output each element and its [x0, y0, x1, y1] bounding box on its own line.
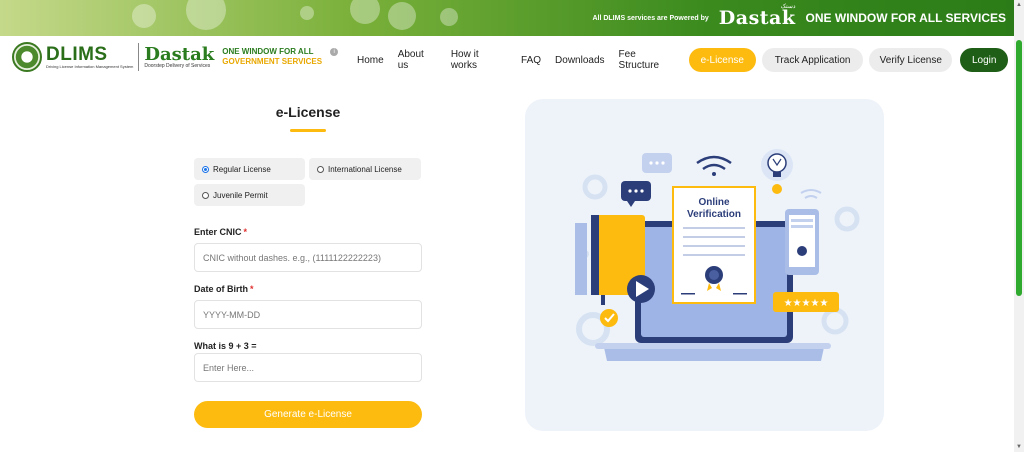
- captcha-label: What is 9 + 3 =: [194, 341, 257, 351]
- dastak-header-subtitle: Doorstep Delivery of Services: [144, 62, 211, 69]
- radio-label: Juvenile Permit: [213, 190, 268, 200]
- one-window-tagline: ONE WINDOW FOR ALL GOVERNMENT SERVICES: [222, 47, 322, 67]
- dlims-subtitle: Driving License Information Management S…: [46, 64, 134, 69]
- nav-faq[interactable]: FAQ: [521, 55, 541, 66]
- login-button[interactable]: Login: [960, 48, 1009, 72]
- tagline-line-1: ONE WINDOW FOR ALL: [222, 47, 314, 56]
- site-header: DLIMS Driving License Information Manage…: [0, 36, 1014, 86]
- dastak-logo-text: Dastak: [718, 7, 796, 29]
- radio-button-checked[interactable]: [202, 165, 209, 173]
- required-asterisk: *: [243, 227, 248, 237]
- dob-label: Date of Birth *: [194, 284, 254, 294]
- radio-button[interactable]: [317, 165, 324, 173]
- scroll-up-arrow-icon[interactable]: ▲: [1016, 2, 1022, 8]
- cnic-label: Enter CNIC *: [194, 227, 247, 237]
- star-rating-icon: ★★★★★: [784, 298, 829, 309]
- dlims-logo-text: DLIMS: [46, 44, 108, 65]
- powered-by-text: All DLIMS services are Powered by: [592, 14, 709, 22]
- decorative-bubble: [440, 8, 458, 26]
- logo-group[interactable]: DLIMS Driving License Information Manage…: [12, 42, 339, 72]
- banner-tagline: ONE WINDOW FOR ALL SERVICES: [805, 11, 1006, 25]
- captcha-input[interactable]: Enter Here...: [194, 353, 422, 382]
- main-nav: Home About us How it works FAQ Downloads…: [357, 48, 1014, 72]
- certificate-line-1: Online: [698, 197, 730, 208]
- radio-regular-license[interactable]: Regular License: [194, 158, 305, 180]
- radio-button[interactable]: [202, 191, 209, 199]
- dastak-banner-logo: دستک Dastak: [718, 3, 796, 29]
- illustration-svg: Online Verification ★★★★★: [575, 149, 860, 361]
- page-scrollbar[interactable]: ▲ ▼: [1014, 0, 1024, 452]
- decorative-bubble: [350, 0, 380, 24]
- certificate-line-2: Verification: [687, 209, 741, 220]
- check-icon: [600, 309, 618, 327]
- info-icon[interactable]: i: [330, 48, 339, 56]
- gear-icon: [821, 307, 849, 335]
- nav-downloads[interactable]: Downloads: [555, 55, 604, 66]
- page-title: e-License: [275, 104, 341, 120]
- wifi-icon: [800, 189, 822, 194]
- dlims-logo: DLIMS Driving License Information Manage…: [46, 45, 133, 69]
- decorative-bubble: [186, 0, 226, 30]
- decorative-bubble: [300, 6, 314, 20]
- decorative-bubble: [388, 2, 416, 30]
- government-emblem-icon: [12, 42, 42, 72]
- generate-elicense-button[interactable]: Generate e-License: [194, 401, 422, 428]
- book-icon: [575, 223, 587, 295]
- decorative-bubble: [132, 4, 156, 28]
- wifi-icon: [696, 155, 732, 165]
- top-banner: All DLIMS services are Powered by دستک D…: [0, 0, 1014, 36]
- nav-how-it-works[interactable]: How it works: [451, 49, 507, 71]
- radio-international-license[interactable]: International License: [309, 158, 421, 180]
- nav-home[interactable]: Home: [357, 55, 384, 66]
- track-application-button[interactable]: Track Application: [762, 48, 864, 72]
- title-underline: [290, 129, 326, 132]
- radio-label: Regular License: [213, 164, 271, 174]
- tagline-line-2: GOVERNMENT SERVICES: [222, 57, 323, 66]
- dastak-urdu-text: دستک: [780, 3, 796, 10]
- dastak-header-logo: Dastak Doorstep Delivery of Services: [144, 43, 215, 69]
- radio-label: International License: [328, 164, 402, 174]
- required-asterisk: *: [250, 284, 254, 294]
- scroll-thumb[interactable]: [1016, 40, 1022, 296]
- scroll-down-arrow-icon[interactable]: ▼: [1016, 444, 1022, 450]
- logo-divider: [138, 43, 140, 71]
- gear-icon: [582, 174, 608, 200]
- nav-elicense-button[interactable]: e-License: [688, 48, 757, 72]
- dastak-header-text: Dastak: [144, 43, 215, 65]
- nav-about-us[interactable]: About us: [398, 49, 437, 71]
- verify-license-button[interactable]: Verify License: [869, 48, 953, 72]
- gear-icon: [834, 206, 860, 232]
- dob-input[interactable]: YYYY-MM-DD: [194, 300, 422, 329]
- lightbulb-icon: [767, 153, 787, 173]
- nav-fee-structure[interactable]: Fee Structure: [619, 49, 679, 71]
- radio-juvenile-permit[interactable]: Juvenile Permit: [194, 184, 305, 206]
- online-verification-illustration: Online Verification ★★★★★: [525, 99, 884, 431]
- cnic-label-text: Enter CNIC: [194, 227, 242, 237]
- cnic-input[interactable]: CNIC without dashes. e.g., (111112222222…: [194, 243, 422, 272]
- dob-label-text: Date of Birth: [194, 284, 248, 294]
